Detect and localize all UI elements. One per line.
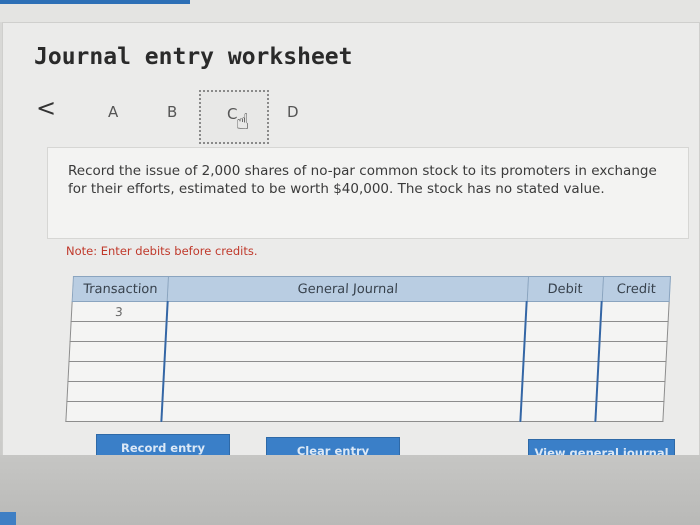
tab-d[interactable]: D: [287, 103, 299, 121]
account-input[interactable]: [161, 401, 522, 422]
credit-input[interactable]: [595, 401, 664, 422]
transaction-cell: [65, 401, 163, 422]
table-row: [70, 321, 669, 342]
table-row: [67, 361, 667, 382]
transaction-cell: 3: [71, 301, 168, 322]
account-input[interactable]: [164, 341, 525, 362]
account-input[interactable]: [162, 381, 523, 402]
credit-input[interactable]: [599, 321, 669, 342]
corner-badge: [0, 512, 16, 525]
worksheet-title: Journal entry worksheet: [34, 44, 353, 70]
question-text: Record the issue of 2,000 shares of no-p…: [68, 163, 657, 197]
question-box: Record the issue of 2,000 shares of no-p…: [47, 147, 689, 239]
tab-a[interactable]: A: [108, 103, 118, 121]
debit-input[interactable]: [520, 401, 597, 422]
table-row: [65, 401, 664, 422]
browser-top-bar: [0, 0, 700, 22]
credit-input[interactable]: [597, 361, 667, 382]
account-input[interactable]: [163, 361, 524, 382]
account-input[interactable]: [166, 301, 527, 322]
debit-input[interactable]: [521, 381, 598, 402]
note-text: Note: Enter debits before credits.: [66, 244, 258, 258]
transaction-cell: [70, 321, 167, 342]
transaction-cell: [66, 381, 164, 402]
credit-input[interactable]: [600, 301, 670, 322]
credit-input[interactable]: [598, 341, 668, 362]
table-row: [69, 341, 668, 362]
credit-input[interactable]: [596, 381, 665, 402]
bottom-shadow: [0, 455, 700, 525]
transaction-cell: [69, 341, 166, 362]
col-transaction: Transaction: [72, 276, 169, 302]
col-general-journal: General Journal: [167, 276, 529, 302]
transaction-cell: [67, 361, 165, 382]
top-accent-bar: [0, 0, 190, 4]
journal-table: Transaction General Journal Debit Credit…: [65, 276, 672, 422]
hand-cursor-icon: ☝: [236, 110, 250, 135]
col-debit: Debit: [526, 276, 604, 302]
journal-table-wrapper: Transaction General Journal Debit Credit…: [65, 276, 672, 428]
table-row: 3: [71, 301, 670, 322]
debit-input[interactable]: [522, 361, 599, 382]
tab-c[interactable]: C ☝: [199, 90, 269, 144]
debit-input[interactable]: [524, 321, 601, 342]
debit-input[interactable]: [525, 301, 603, 322]
debit-input[interactable]: [523, 341, 600, 362]
back-chevron-icon[interactable]: <: [36, 96, 56, 120]
account-input[interactable]: [165, 321, 526, 342]
col-credit: Credit: [602, 276, 671, 302]
tab-b[interactable]: B: [167, 103, 177, 121]
table-row: [66, 381, 665, 402]
